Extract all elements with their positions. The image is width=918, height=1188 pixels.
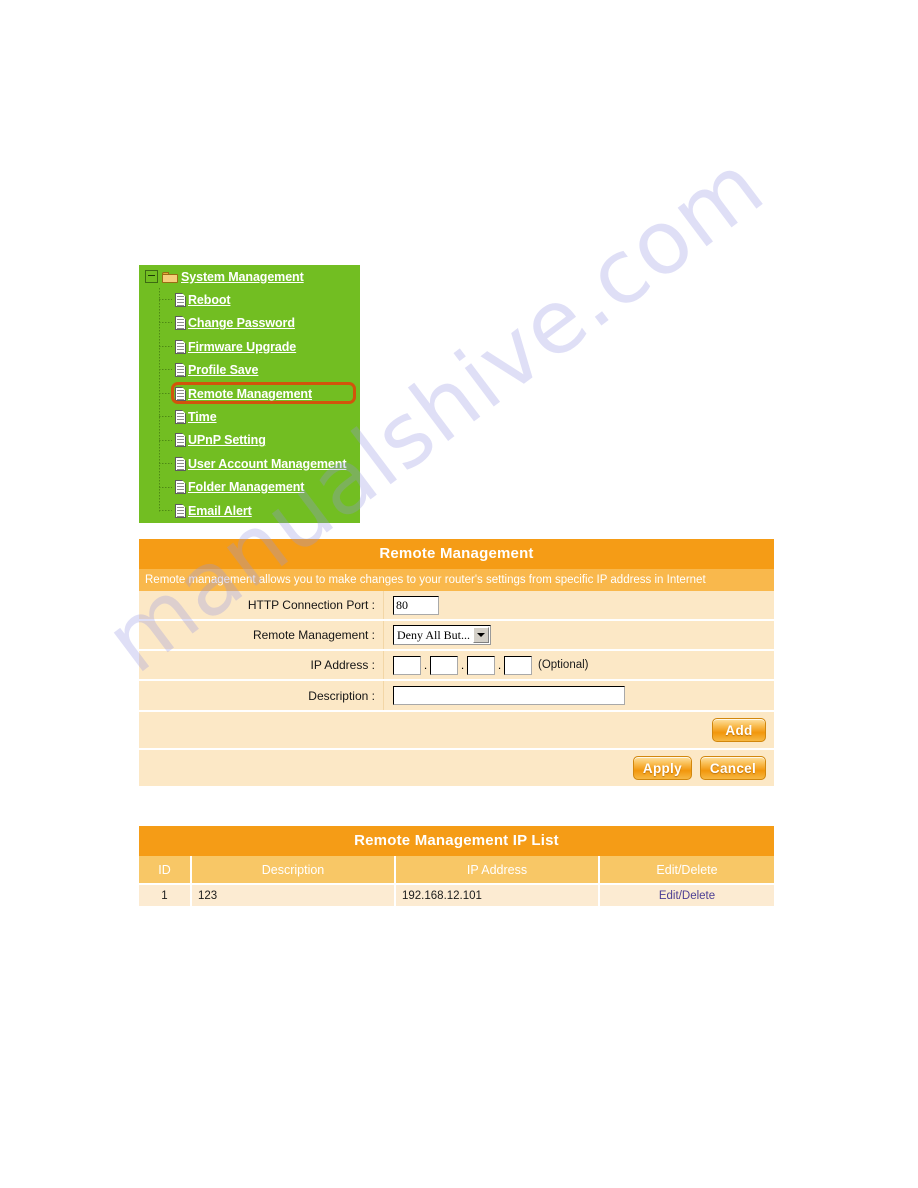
folder-icon xyxy=(162,271,178,283)
column-header-description: Description xyxy=(191,856,396,885)
table-header-row: ID Description IP Address Edit/Delete xyxy=(139,856,774,885)
column-header-edit-delete: Edit/Delete xyxy=(599,856,774,885)
tree-item-label[interactable]: Profile Save xyxy=(188,363,258,377)
http-port-label: HTTP Connection Port : xyxy=(139,591,384,619)
cancel-button[interactable]: Cancel xyxy=(699,756,766,780)
tree-item-label[interactable]: Firmware Upgrade xyxy=(188,340,296,354)
http-port-input[interactable] xyxy=(393,595,439,615)
apply-cancel-button-row: Apply Cancel xyxy=(139,750,774,788)
tree-item-label[interactable]: User Account Management xyxy=(188,457,346,471)
apply-button[interactable]: Apply xyxy=(632,756,692,780)
minus-box-icon[interactable] xyxy=(145,270,158,284)
tree-item-folder-management[interactable]: Folder Management xyxy=(139,476,360,499)
ip-separator: . xyxy=(460,658,465,672)
tree-item-time[interactable]: Time xyxy=(139,405,360,428)
cell-actions: Edit/Delete xyxy=(599,884,774,908)
remote-management-select[interactable]: Deny All But... xyxy=(393,625,491,645)
document-icon xyxy=(175,339,186,354)
tree-item-user-account-management[interactable]: User Account Management xyxy=(139,452,360,475)
remote-management-ip-list-panel: Remote Management IP List ID Description… xyxy=(139,826,774,908)
ip-separator: . xyxy=(497,658,502,672)
document-icon xyxy=(175,480,186,495)
ip-octet-1-input[interactable] xyxy=(393,655,421,675)
add-button-row: Add xyxy=(139,712,774,750)
tree-item-label[interactable]: Folder Management xyxy=(188,480,304,494)
remote-management-label: Remote Management : xyxy=(139,621,384,649)
description-input[interactable] xyxy=(393,686,625,705)
column-header-ip-address: IP Address xyxy=(395,856,600,885)
tree-item-firmware-upgrade[interactable]: Firmware Upgrade xyxy=(139,335,360,358)
ip-separator: . xyxy=(423,658,428,672)
tree-root-system-management[interactable]: System Management xyxy=(139,265,360,288)
tree-item-label[interactable]: Reboot xyxy=(188,293,231,307)
ip-octet-3-input[interactable] xyxy=(467,655,495,675)
document-icon xyxy=(175,363,186,378)
ip-address-optional-note: (Optional) xyxy=(538,659,589,671)
ip-address-label: IP Address : xyxy=(139,651,384,679)
document-icon xyxy=(175,293,186,308)
tree-item-email-alert[interactable]: Email Alert xyxy=(139,499,360,522)
row-http-connection-port: HTTP Connection Port : xyxy=(139,591,774,621)
cell-ip-address: 192.168.12.101 xyxy=(395,884,600,908)
row-ip-address: IP Address : . . . (Optional) xyxy=(139,651,774,681)
panel-subtitle: Remote management allows you to make cha… xyxy=(139,569,774,591)
ip-octet-2-input[interactable] xyxy=(430,655,458,675)
add-button[interactable]: Add xyxy=(712,718,766,742)
tree-item-change-password[interactable]: Change Password xyxy=(139,312,360,335)
remote-management-selected-value: Deny All But... xyxy=(397,627,471,642)
chevron-down-icon[interactable] xyxy=(473,627,489,643)
tree-item-remote-management[interactable]: Remote Management xyxy=(139,381,360,405)
remote-management-form-panel: Remote Management Remote management allo… xyxy=(139,539,774,788)
column-header-id: ID xyxy=(139,856,192,885)
tree-item-reboot[interactable]: Reboot xyxy=(139,288,360,311)
tree-item-label[interactable]: UPnP Setting xyxy=(188,433,266,447)
document-icon xyxy=(175,456,186,471)
tree-item-label[interactable]: Change Password xyxy=(188,316,295,330)
tree-item-label[interactable]: Email Alert xyxy=(188,504,252,518)
description-label: Description : xyxy=(139,681,384,710)
document-icon xyxy=(175,316,186,331)
document-icon xyxy=(175,433,186,448)
system-management-tree: System Management Reboot Change Password… xyxy=(139,265,361,523)
ip-list-table: ID Description IP Address Edit/Delete 1 … xyxy=(139,856,774,908)
table-row: 1 123 192.168.12.101 Edit/Delete xyxy=(139,884,774,908)
tree-item-label[interactable]: Remote Management xyxy=(188,387,312,401)
edit-link[interactable]: Edit xyxy=(659,890,679,902)
row-description: Description : xyxy=(139,681,774,712)
ip-octet-4-input[interactable] xyxy=(504,655,532,675)
tree-item-upnp-setting[interactable]: UPnP Setting xyxy=(139,429,360,452)
tree-root-label[interactable]: System Management xyxy=(181,270,304,284)
row-remote-management-mode: Remote Management : Deny All But... xyxy=(139,621,774,651)
cell-description: 123 xyxy=(191,884,396,908)
delete-link[interactable]: Delete xyxy=(682,890,715,902)
document-icon xyxy=(175,386,186,401)
tree-item-label[interactable]: Time xyxy=(188,410,217,424)
document-icon xyxy=(175,503,186,518)
cell-id: 1 xyxy=(139,884,192,908)
tree-item-profile-save[interactable]: Profile Save xyxy=(139,359,360,382)
list-panel-title: Remote Management IP List xyxy=(139,826,774,856)
document-icon xyxy=(175,410,186,425)
panel-title: Remote Management xyxy=(139,539,774,569)
